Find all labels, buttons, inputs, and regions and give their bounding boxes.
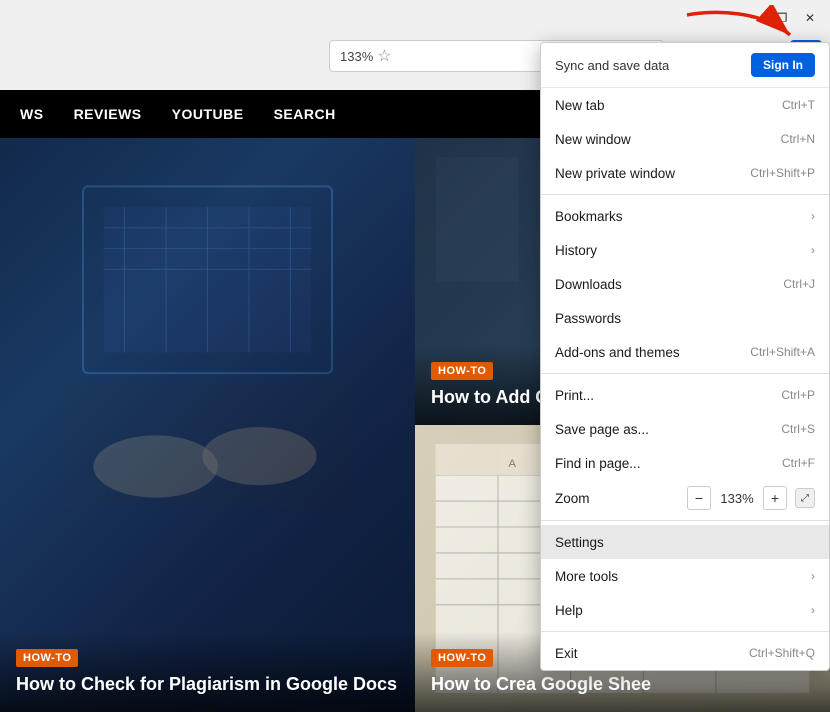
menu-item-passwords[interactable]: Passwords (541, 301, 829, 335)
menu-divider-2 (541, 373, 829, 374)
title-bar: − ❐ ✕ (0, 0, 830, 35)
menu-item-print[interactable]: Print... Ctrl+P (541, 378, 829, 412)
zoom-row: Zoom − 133% + ⤢ (541, 480, 829, 516)
bookmark-star-icon[interactable]: ☆ (377, 46, 391, 66)
menu-item-new-window[interactable]: New window Ctrl+N (541, 122, 829, 156)
menu-item-help[interactable]: Help › (541, 593, 829, 627)
menu-divider-1 (541, 194, 829, 195)
nav-item-ws[interactable]: WS (20, 106, 44, 122)
zoom-value: 133% (719, 491, 755, 506)
menu-item-exit[interactable]: Exit Ctrl+Shift+Q (541, 636, 829, 670)
nav-item-reviews[interactable]: REVIEWS (74, 106, 142, 122)
howto-badge-1: HOW-TO (16, 649, 78, 667)
menu-item-more-tools[interactable]: More tools › (541, 559, 829, 593)
sync-label: Sync and save data (555, 58, 669, 73)
minimize-button[interactable]: − (742, 6, 766, 30)
menu-divider-4 (541, 631, 829, 632)
nav-item-youtube[interactable]: YOUTUBE (172, 106, 244, 122)
menu-item-settings[interactable]: Settings (541, 525, 829, 559)
menu-item-private-window[interactable]: New private window Ctrl+Shift+P (541, 156, 829, 190)
zoom-expand-button[interactable]: ⤢ (795, 488, 815, 508)
zoom-label: Zoom (555, 491, 590, 506)
menu-item-save-page[interactable]: Save page as... Ctrl+S (541, 412, 829, 446)
sign-in-button[interactable]: Sign In (751, 53, 815, 77)
zoom-controls: − 133% + ⤢ (687, 486, 815, 510)
address-zoom-level: 133% (340, 49, 373, 64)
menu-item-new-tab[interactable]: New tab Ctrl+T (541, 88, 829, 122)
menu-item-bookmarks[interactable]: Bookmarks › (541, 199, 829, 233)
close-button[interactable]: ✕ (798, 6, 822, 30)
menu-item-history[interactable]: History › (541, 233, 829, 267)
howto-badge-3: HOW-TO (431, 649, 493, 667)
article-card-1[interactable]: HOW-TO How to Check for Plagiarism in Go… (0, 138, 415, 712)
article-title-1: How to Check for Plagiarism in Google Do… (16, 673, 399, 696)
menu-item-find[interactable]: Find in page... Ctrl+F (541, 446, 829, 480)
howto-badge-2: HOW-TO (431, 362, 493, 380)
svg-text:A: A (508, 458, 516, 470)
nav-item-search[interactable]: SEARCH (274, 106, 336, 122)
restore-button[interactable]: ❐ (770, 6, 794, 30)
menu-sync-header: Sync and save data Sign In (541, 43, 829, 88)
article-overlay-1: HOW-TO How to Check for Plagiarism in Go… (0, 632, 415, 712)
article-title-3: How to Crea Google Shee (431, 673, 814, 696)
menu-item-downloads[interactable]: Downloads Ctrl+J (541, 267, 829, 301)
firefox-menu: Sync and save data Sign In New tab Ctrl+… (540, 42, 830, 671)
zoom-minus-button[interactable]: − (687, 486, 711, 510)
zoom-plus-button[interactable]: + (763, 486, 787, 510)
menu-divider-3 (541, 520, 829, 521)
menu-item-addons[interactable]: Add-ons and themes Ctrl+Shift+A (541, 335, 829, 369)
